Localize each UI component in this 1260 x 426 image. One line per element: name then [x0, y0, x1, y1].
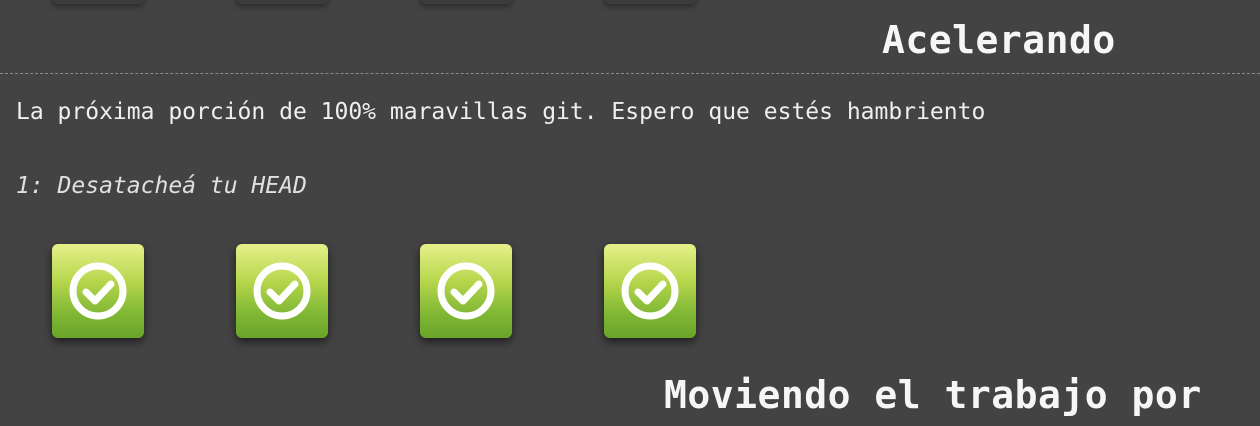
level-tiles [52, 244, 696, 338]
check-circle-icon [253, 262, 311, 320]
previous-section-tiles [52, 0, 696, 4]
level-selector: Acelerando La próxima porción de 100% ma… [0, 0, 1260, 426]
check-circle-icon [69, 262, 127, 320]
check-circle-icon [621, 262, 679, 320]
level-tile-2[interactable] [236, 244, 328, 338]
level-tile-3[interactable] [420, 244, 512, 338]
hovered-level-name: 1: Desatacheá tu HEAD [16, 173, 307, 199]
previous-tile[interactable] [52, 0, 144, 4]
section-divider [0, 73, 1260, 74]
previous-tile[interactable] [420, 0, 512, 4]
level-tile-1[interactable] [52, 244, 144, 338]
section-title: Acelerando [882, 18, 1116, 62]
next-section-title: Moviendo el trabajo por [664, 373, 1202, 417]
previous-tile[interactable] [604, 0, 696, 4]
check-circle-icon [437, 262, 495, 320]
section-description: La próxima porción de 100% maravillas gi… [16, 99, 986, 125]
previous-tile[interactable] [236, 0, 328, 4]
level-tile-4[interactable] [604, 244, 696, 338]
